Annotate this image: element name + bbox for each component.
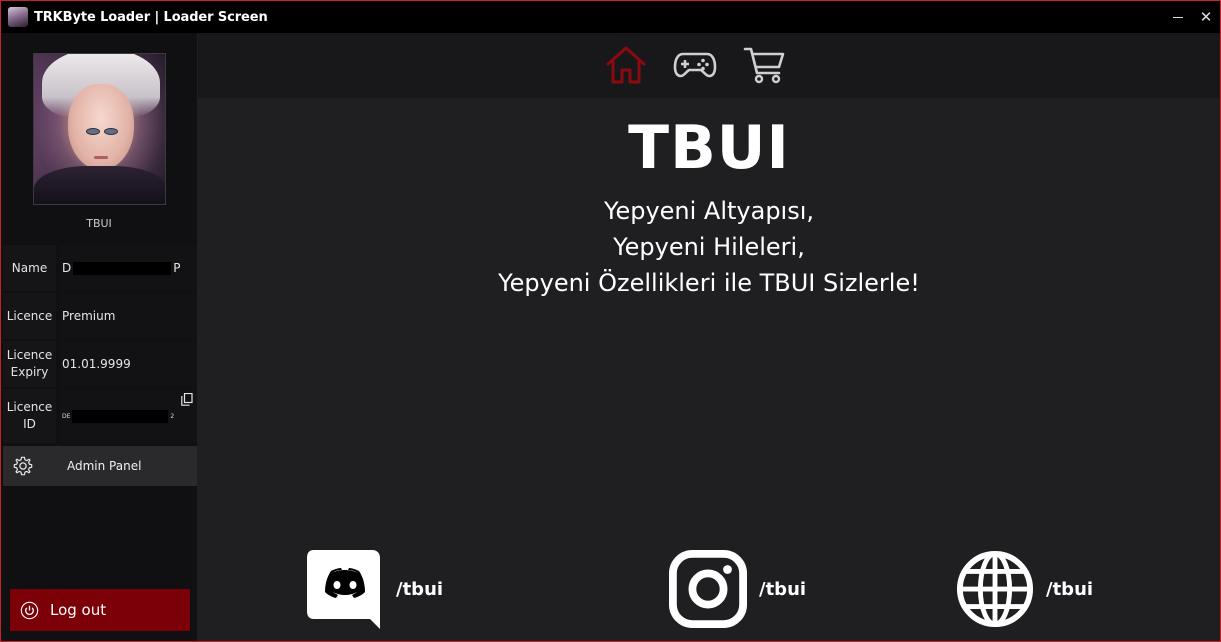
instagram-handle: /tbui [759, 578, 807, 600]
avatar [33, 53, 166, 205]
discord-link[interactable]: /tbui [306, 549, 443, 629]
licence-id-label: Licence ID [3, 389, 56, 443]
minimize-icon [1173, 16, 1183, 18]
licence-expiry-row: Licence Expiry 01.01.9999 [3, 341, 197, 387]
licence-expiry-label: Licence Expiry [3, 341, 56, 387]
instagram-icon [669, 550, 747, 628]
name-value: D P [60, 245, 197, 291]
gear-icon [13, 456, 33, 476]
admin-panel-label: Admin Panel [67, 459, 142, 473]
home-icon[interactable] [605, 45, 647, 85]
app-logo-icon [8, 7, 28, 27]
logout-button[interactable]: Log out [10, 589, 190, 631]
licence-label: Licence [3, 293, 56, 339]
sidebar: TBUI Name D P Licence Premium Licence Ex… [1, 33, 197, 641]
window-title: TRKByte Loader | Loader Screen [34, 9, 268, 25]
top-navigation [198, 33, 1220, 98]
discord-handle: /tbui [396, 578, 444, 600]
website-handle: /tbui [1046, 578, 1094, 600]
page-title: TBUI [628, 113, 790, 183]
title-bar[interactable]: TRKByte Loader | Loader Screen ✕ [1, 1, 1220, 33]
app-window: TRKByte Loader | Loader Screen ✕ TBUI Na… [0, 0, 1221, 642]
name-label: Name [3, 245, 56, 291]
admin-panel-button[interactable]: Admin Panel [3, 446, 197, 486]
discord-icon [307, 550, 380, 629]
licence-row: Licence Premium [3, 293, 197, 339]
power-icon [20, 601, 39, 619]
globe-icon [956, 550, 1034, 628]
username: TBUI [86, 217, 112, 230]
hero-text: Yepyeni Altyapısı, Yepyeni Hileleri, Yep… [198, 193, 1220, 301]
website-link[interactable]: /tbui [956, 549, 1093, 629]
hero-line-1: Yepyeni Altyapısı, [603, 197, 815, 225]
copy-icon[interactable] [181, 393, 193, 406]
hero-line-3: Yepyeni Özellikleri ile TBUI Sizlerle! [498, 269, 920, 297]
logout-label: Log out [50, 601, 107, 619]
name-row: Name D P [3, 245, 197, 291]
licence-expiry-value: 01.01.9999 [60, 341, 197, 387]
gamepad-icon[interactable] [673, 45, 717, 85]
licence-id-value: DE 2 [60, 389, 197, 443]
hero-line-2: Yepyeni Hileleri, [613, 233, 805, 261]
close-icon: ✕ [1199, 8, 1213, 26]
cart-icon[interactable] [743, 45, 785, 85]
close-button[interactable]: ✕ [1189, 1, 1221, 33]
instagram-link[interactable]: /tbui [669, 549, 806, 629]
licence-value: Premium [60, 293, 197, 339]
licence-id-row: Licence ID DE 2 [3, 389, 197, 443]
